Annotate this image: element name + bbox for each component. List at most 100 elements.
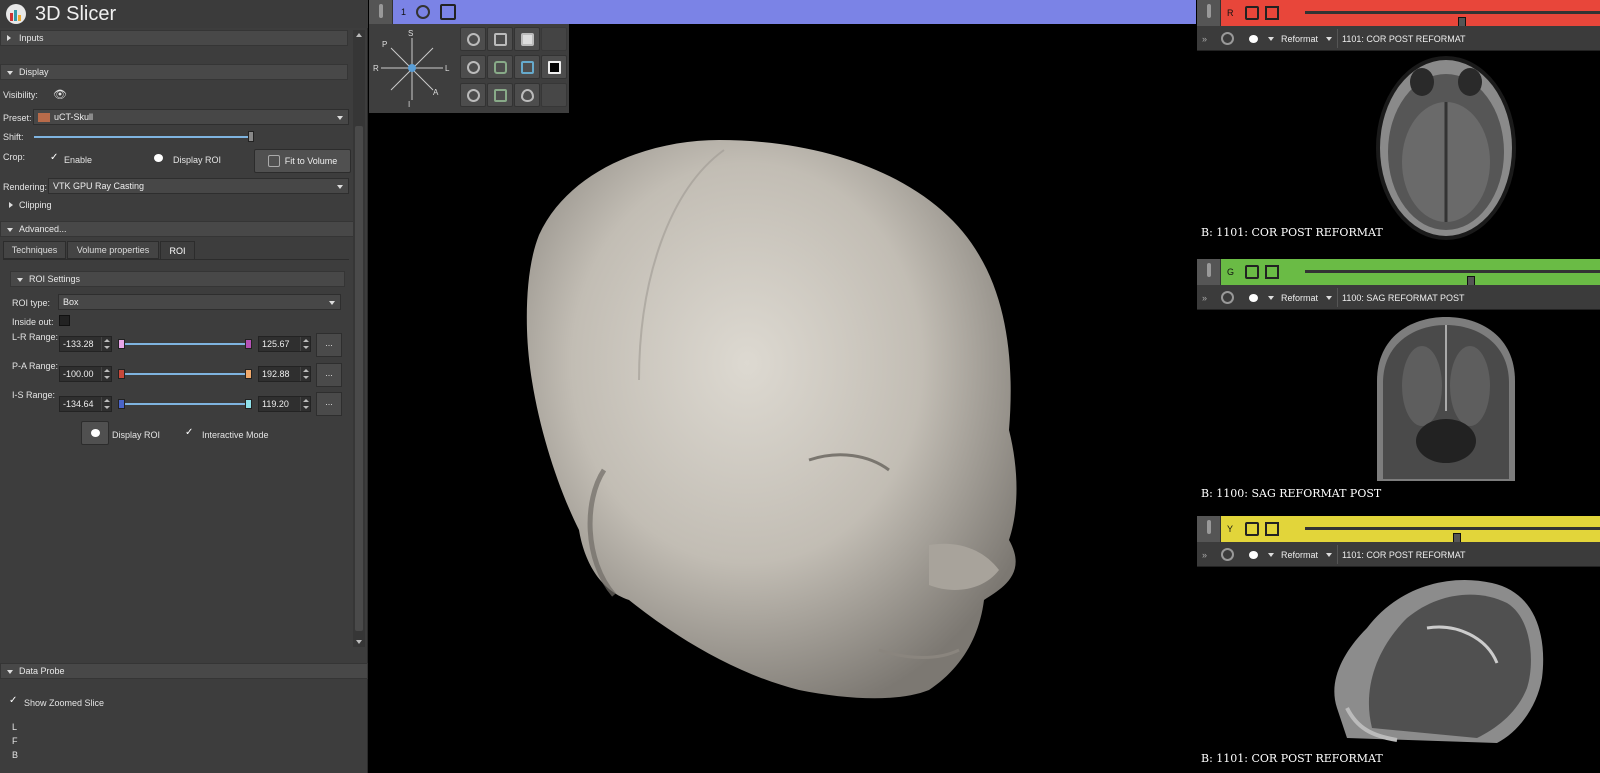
slice-view-red[interactable]: R » Reformat 1101: COR POST REFORMAT B: … (1197, 0, 1600, 259)
is-min-handle[interactable] (118, 399, 125, 409)
chevron-down-icon[interactable] (1326, 296, 1332, 300)
visibility-icon[interactable] (1249, 294, 1258, 302)
volume-select[interactable]: 1101: COR POST REFORMAT (1342, 550, 1466, 560)
maximize-view-icon[interactable] (1265, 522, 1279, 536)
preset-select[interactable]: uCT-Skull (33, 109, 349, 125)
slice-view-green[interactable]: G » Reformat 1100: SAG REFORMAT POST B: … (1197, 259, 1600, 516)
pa-min-handle[interactable] (118, 369, 125, 379)
roi-type-value: Box (63, 297, 79, 307)
lr-max-spinbox[interactable]: 125.67 (258, 336, 311, 352)
center-slice-icon[interactable] (1245, 265, 1259, 279)
is-min-spinbox[interactable]: -134.64 (59, 396, 112, 412)
chevron-down-icon[interactable] (1268, 37, 1274, 41)
inside-out-checkbox[interactable] (59, 315, 70, 326)
reformat-select[interactable]: Reformat (1281, 34, 1318, 44)
reformat-select[interactable]: Reformat (1281, 293, 1318, 303)
display-section[interactable]: Display (0, 64, 348, 80)
eye-icon[interactable]: 👁 (53, 88, 67, 101)
volume-render-head[interactable] (369, 0, 1196, 773)
expand-icon[interactable]: » (1202, 34, 1207, 44)
slice-offset-slider-yellow[interactable] (1305, 527, 1600, 547)
is-min-value: -134.64 (63, 399, 94, 409)
pin-icon[interactable] (1197, 259, 1221, 285)
pa-range-slider[interactable] (115, 366, 255, 382)
slice-bar-red: R (1197, 0, 1600, 31)
scroll-up-icon[interactable] (356, 33, 362, 37)
spin-arrows-icon[interactable] (300, 397, 310, 411)
link-icon[interactable] (1221, 548, 1234, 561)
view-3d[interactable]: 1 S I R L P A (369, 0, 1196, 773)
interactive-mode-checkbox[interactable]: ✓ (185, 428, 195, 438)
module-scrollbar[interactable] (353, 30, 365, 647)
pa-max-spinbox[interactable]: 192.88 (258, 366, 311, 382)
expand-icon[interactable]: » (1202, 293, 1207, 303)
roi-settings-section[interactable]: ROI Settings (10, 271, 345, 287)
pa-max-value: 192.88 (262, 369, 290, 379)
coronal-mri-image[interactable] (1197, 311, 1600, 486)
display-roi-toggle-icon[interactable] (154, 154, 163, 162)
slice-letter-red: R (1227, 8, 1234, 18)
center-slice-icon[interactable] (1245, 6, 1259, 20)
lr-min-handle[interactable] (118, 339, 125, 349)
spin-arrows-icon[interactable] (101, 367, 111, 381)
data-probe-section[interactable]: Data Probe (0, 663, 368, 679)
is-max-spinbox[interactable]: 119.20 (258, 396, 311, 412)
show-zoomed-checkbox[interactable]: ✓ (9, 696, 19, 706)
maximize-view-icon[interactable] (1265, 265, 1279, 279)
scroll-down-icon[interactable] (356, 640, 362, 644)
tab-volume-properties[interactable]: Volume properties (67, 241, 159, 259)
visibility-icon[interactable] (1249, 35, 1258, 43)
spin-arrows-icon[interactable] (101, 397, 111, 411)
expand-icon[interactable]: » (1202, 550, 1207, 560)
spin-arrows-icon[interactable] (300, 337, 310, 351)
is-max-handle[interactable] (245, 399, 252, 409)
slice-view-yellow[interactable]: Y » Reformat 1101: COR POST REFORMAT B: … (1197, 516, 1600, 773)
pin-icon[interactable] (1197, 516, 1221, 542)
sagittal-mri-image[interactable] (1197, 568, 1600, 743)
axial-mri-image[interactable] (1197, 52, 1600, 247)
rendering-value: VTK GPU Ray Casting (53, 181, 145, 191)
roi-type-select[interactable]: Box (58, 294, 341, 310)
enable-checkbox[interactable]: ✓ (50, 153, 60, 163)
chevron-down-icon[interactable] (1326, 37, 1332, 41)
reformat-select[interactable]: Reformat (1281, 550, 1318, 560)
spin-arrows-icon[interactable] (300, 367, 310, 381)
lr-max-handle[interactable] (245, 339, 252, 349)
shift-slider-handle[interactable] (248, 131, 254, 142)
display-roi-label: Display ROI (173, 155, 222, 165)
tab-techniques[interactable]: Techniques (3, 241, 66, 259)
shift-slider[interactable] (34, 136, 252, 138)
is-more-button[interactable]: ... (316, 392, 342, 416)
is-range-slider[interactable] (115, 396, 255, 412)
tab-roi[interactable]: ROI (160, 241, 195, 259)
volume-select[interactable]: 1101: COR POST REFORMAT (1342, 34, 1466, 44)
scrollbar-thumb[interactable] (355, 126, 363, 631)
pa-more-button[interactable]: ... (316, 363, 342, 387)
display-roi-button[interactable] (81, 421, 109, 445)
center-slice-icon[interactable] (1245, 522, 1259, 536)
pa-min-spinbox[interactable]: -100.00 (59, 366, 112, 382)
rendering-select[interactable]: VTK GPU Ray Casting (48, 178, 349, 194)
link-icon[interactable] (1221, 32, 1234, 45)
maximize-view-icon[interactable] (1265, 6, 1279, 20)
spin-arrows-icon[interactable] (101, 337, 111, 351)
pin-icon[interactable] (1197, 0, 1221, 26)
pa-min-value: -100.00 (63, 369, 94, 379)
pa-max-handle[interactable] (245, 369, 252, 379)
volume-select[interactable]: 1100: SAG REFORMAT POST (1342, 293, 1465, 303)
link-icon[interactable] (1221, 291, 1234, 304)
slice-offset-slider-green[interactable] (1305, 270, 1600, 290)
clipping-section[interactable]: Clipping (0, 197, 348, 213)
lr-more-button[interactable]: ... (316, 333, 342, 357)
slice-offset-slider-red[interactable] (1305, 11, 1600, 31)
inputs-section[interactable]: Inputs (0, 30, 348, 46)
chevron-down-icon[interactable] (1326, 553, 1332, 557)
chevron-down-icon[interactable] (1268, 296, 1274, 300)
fit-to-volume-button[interactable]: Fit to Volume (254, 149, 351, 173)
lr-min-spinbox[interactable]: -133.28 (59, 336, 112, 352)
chevron-down-icon[interactable] (1268, 553, 1274, 557)
visibility-icon[interactable] (1249, 551, 1258, 559)
advanced-section[interactable]: Advanced... (0, 221, 354, 237)
display-roi-label-2: Display ROI (112, 430, 161, 440)
lr-range-slider[interactable] (115, 336, 255, 352)
